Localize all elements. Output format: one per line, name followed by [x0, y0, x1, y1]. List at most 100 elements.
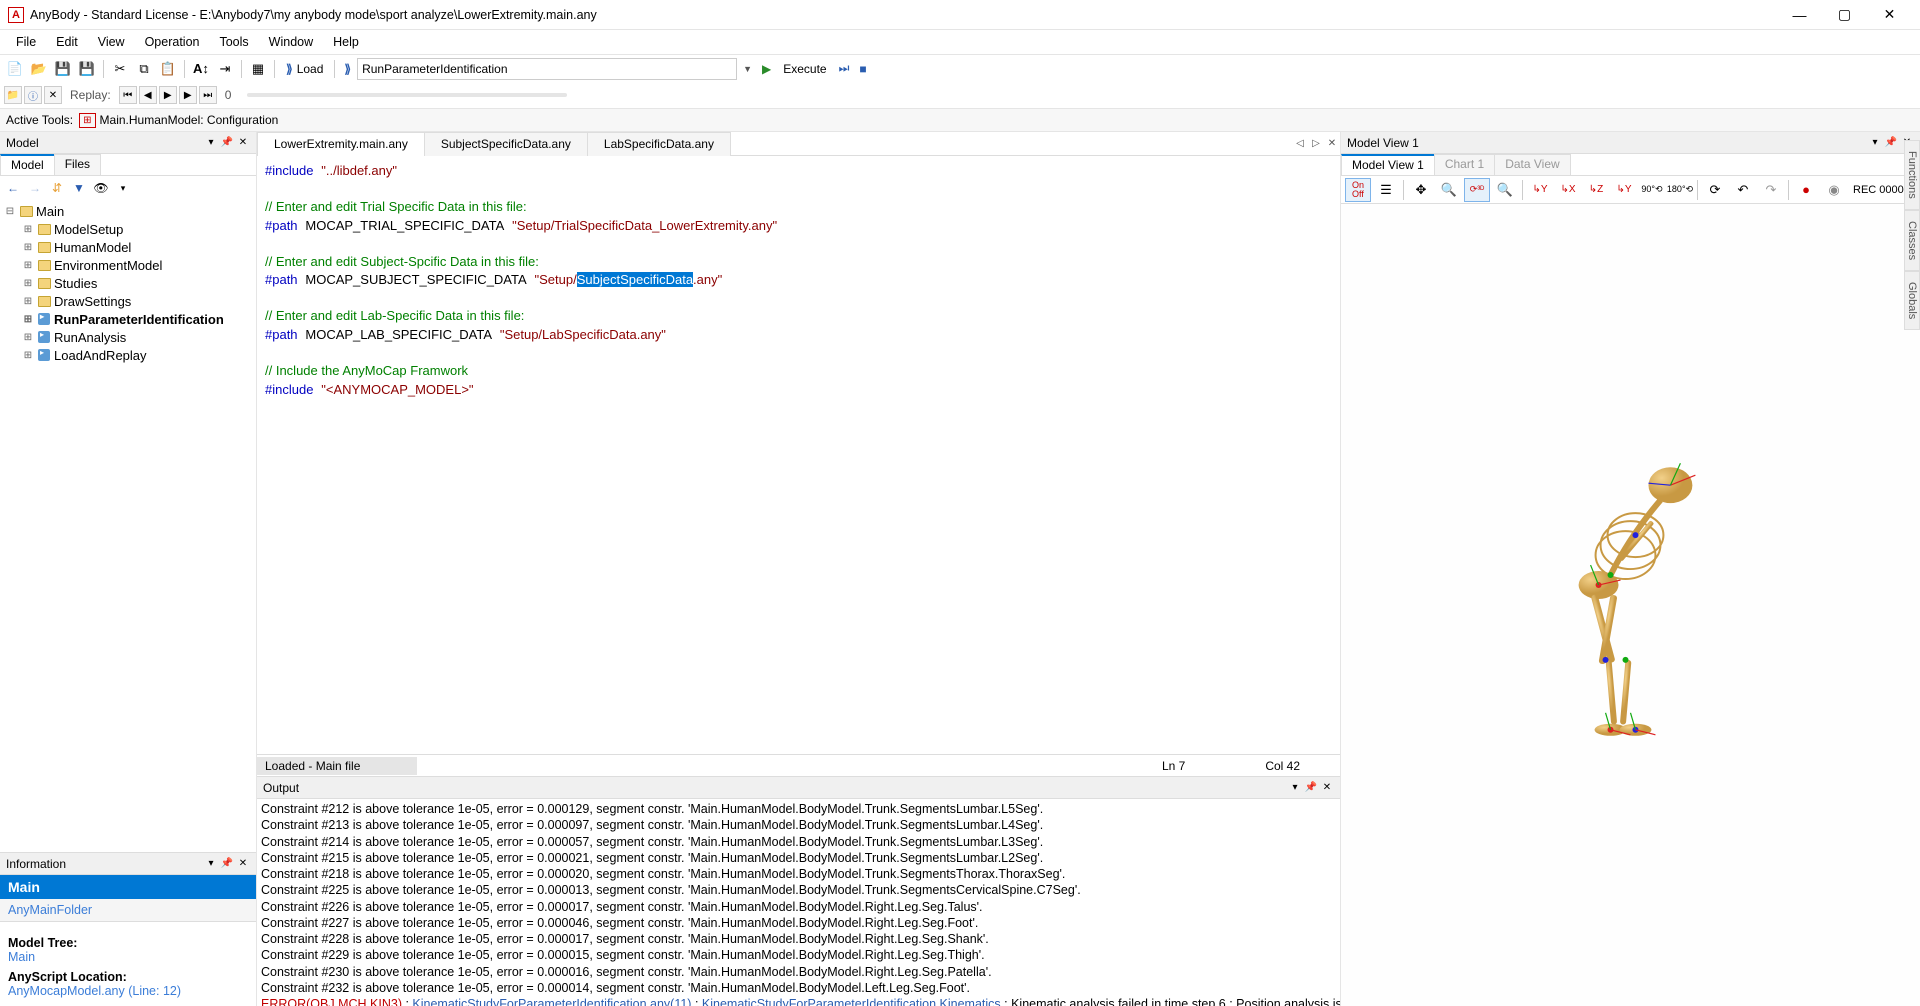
mv-rot90-icon[interactable]: 90°⟲ — [1639, 178, 1665, 202]
new-file-icon[interactable]: 📄 — [4, 58, 26, 80]
info-model-tree-link[interactable]: Main — [8, 950, 248, 964]
mv-tab-0[interactable]: Model View 1 — [1341, 154, 1435, 175]
tree-node-studies[interactable]: ⊞Studies — [18, 274, 256, 292]
indent-icon[interactable]: ⇥ — [214, 58, 236, 80]
info-close-icon[interactable]: ✕ — [236, 857, 250, 871]
output-body[interactable]: Constraint #212 is above tolerance 1e-05… — [257, 799, 1340, 1006]
combo-dropdown-icon[interactable]: ▼ — [739, 64, 756, 74]
menu-view[interactable]: View — [88, 32, 135, 52]
font-size-icon[interactable]: A↕ — [190, 58, 212, 80]
error-kinematics-link[interactable]: KinematicStudyForParameterIdentification… — [702, 997, 1001, 1006]
view-dropdown-icon[interactable]: ▾ — [114, 179, 132, 197]
menu-operation[interactable]: Operation — [135, 32, 210, 52]
maximize-button[interactable]: ▢ — [1822, 0, 1867, 30]
mv-tab-1[interactable]: Chart 1 — [1434, 154, 1495, 175]
active-tools-icon[interactable]: ⊞ — [79, 113, 95, 128]
error-file-link[interactable]: KinematicStudyForParameterIdentification… — [412, 997, 691, 1006]
replay-info-icon[interactable]: ⓘ — [24, 86, 42, 104]
mv-zoom-icon[interactable]: 🔍 — [1436, 178, 1462, 202]
menu-tools[interactable]: Tools — [209, 32, 258, 52]
editor-tab-1[interactable]: SubjectSpecificData.any — [424, 132, 588, 156]
run-icon[interactable]: ▶ — [758, 62, 775, 76]
copy-icon[interactable]: ⧉ — [133, 58, 155, 80]
menu-file[interactable]: File — [6, 32, 46, 52]
layout-icon[interactable]: ▦ — [247, 58, 269, 80]
info-pin-icon[interactable]: 📌 — [220, 857, 234, 871]
nav-back-icon[interactable]: ← — [4, 179, 22, 197]
mv-onoff-icon[interactable]: OnOff — [1345, 178, 1371, 202]
mv-view-x-icon[interactable]: ↳X — [1555, 178, 1581, 202]
mv-tab-2[interactable]: Data View — [1494, 154, 1570, 175]
mv-view-z-icon[interactable]: ↳Z — [1583, 178, 1609, 202]
side-tab-classes[interactable]: Classes — [1904, 210, 1920, 271]
mv-rot180-icon[interactable]: 180°⟲ — [1667, 178, 1693, 202]
replay-play-icon[interactable]: ▶ — [159, 86, 177, 104]
mv-redo-icon[interactable]: ↷ — [1758, 178, 1784, 202]
editor-tab-2[interactable]: LabSpecificData.any — [587, 132, 731, 156]
panel-dropdown-icon[interactable]: ▾ — [204, 136, 218, 150]
tab-files[interactable]: Files — [54, 154, 101, 175]
tab-next-icon[interactable]: ▷ — [1308, 136, 1324, 152]
replay-next-icon[interactable]: ▶ — [179, 86, 197, 104]
info-type-link[interactable]: AnyMainFolder — [0, 899, 256, 922]
replay-last-icon[interactable]: ⏭ — [199, 86, 217, 104]
nav-forward-icon[interactable]: → — [26, 179, 44, 197]
sync-icon[interactable]: ⇵ — [48, 179, 66, 197]
operation-combo[interactable]: RunParameterIdentification — [357, 58, 737, 80]
info-script-location-link[interactable]: AnyMocapModel.any (Line: 12) — [8, 984, 248, 998]
mv-undo-icon[interactable]: ↶ — [1730, 178, 1756, 202]
tree-node-humanmodel[interactable]: ⊞HumanModel — [18, 238, 256, 256]
view-icon[interactable]: 👁 — [92, 179, 110, 197]
save-all-icon[interactable]: 💾 — [76, 58, 98, 80]
replay-folder-icon[interactable]: 📁 — [4, 86, 22, 104]
menu-edit[interactable]: Edit — [46, 32, 88, 52]
tree-node-runanalysis[interactable]: ⊞RunAnalysis — [18, 328, 256, 346]
tree-node-drawsettings[interactable]: ⊞DrawSettings — [18, 292, 256, 310]
replay-prev-icon[interactable]: ◀ — [139, 86, 157, 104]
mv-view-y-icon[interactable]: ↳Y — [1527, 178, 1553, 202]
panel-close-icon[interactable]: ✕ — [236, 136, 250, 150]
close-button[interactable]: ✕ — [1867, 0, 1912, 30]
mv-refresh-icon[interactable]: ⟳ — [1702, 178, 1728, 202]
operation-play-icon[interactable]: ⟫ — [340, 62, 355, 76]
menu-help[interactable]: Help — [323, 32, 369, 52]
menu-window[interactable]: Window — [259, 32, 323, 52]
save-icon[interactable]: 💾 — [52, 58, 74, 80]
replay-slider[interactable] — [247, 93, 567, 97]
tab-model[interactable]: Model — [0, 154, 55, 175]
replay-first-icon[interactable]: ⏮ — [119, 86, 137, 104]
tree-node-loadandreplay[interactable]: ⊞LoadAndReplay — [18, 346, 256, 364]
load-button[interactable]: ⟫ Load — [280, 58, 329, 80]
mv-rotate3d-icon[interactable]: ⟳³ᴰ — [1464, 178, 1490, 202]
minimize-button[interactable]: — — [1777, 0, 1822, 30]
tree-node-runparameteridentification[interactable]: ⊞RunParameterIdentification — [18, 310, 256, 328]
stop-icon[interactable]: ■ — [855, 62, 870, 76]
replay-close-icon[interactable]: ✕ — [44, 86, 62, 104]
error-code-link[interactable]: ERROR(OBJ.MCH.KIN3) — [261, 997, 402, 1006]
tree-root[interactable]: ⊟ Main — [0, 202, 256, 220]
mv-pin-icon[interactable]: 📌 — [1884, 136, 1898, 150]
model-view-canvas[interactable] — [1341, 204, 1920, 1006]
panel-pin-icon[interactable]: 📌 — [220, 136, 234, 150]
info-dropdown-icon[interactable]: ▾ — [204, 857, 218, 871]
step-forward-icon[interactable]: ⏭ — [835, 61, 854, 76]
cut-icon[interactable]: ✂ — [109, 58, 131, 80]
mv-props-icon[interactable]: ☰ — [1373, 178, 1399, 202]
mv-view-y2-icon[interactable]: ↳Y — [1611, 178, 1637, 202]
open-file-icon[interactable]: 📂 — [28, 58, 50, 80]
mv-dropdown-icon[interactable]: ▾ — [1868, 136, 1882, 150]
paste-icon[interactable]: 📋 — [157, 58, 179, 80]
output-dropdown-icon[interactable]: ▾ — [1288, 781, 1302, 795]
editor-tab-0[interactable]: LowerExtremity.main.any — [257, 132, 425, 156]
mv-pan-icon[interactable]: ✥ — [1408, 178, 1434, 202]
output-pin-icon[interactable]: 📌 — [1304, 781, 1318, 795]
tab-prev-icon[interactable]: ◁ — [1292, 136, 1308, 152]
output-close-icon[interactable]: ✕ — [1320, 781, 1334, 795]
mv-snapshot-icon[interactable]: ◉ — [1821, 178, 1847, 202]
side-tab-functions[interactable]: Functions — [1904, 140, 1920, 210]
execute-button[interactable]: Execute — [777, 58, 832, 80]
filter-icon[interactable]: ▼ — [70, 179, 88, 197]
code-editor[interactable]: #include "../libdef.any" // Enter and ed… — [257, 156, 1340, 754]
tab-close-icon[interactable]: ✕ — [1324, 136, 1340, 152]
tree-node-modelsetup[interactable]: ⊞ModelSetup — [18, 220, 256, 238]
